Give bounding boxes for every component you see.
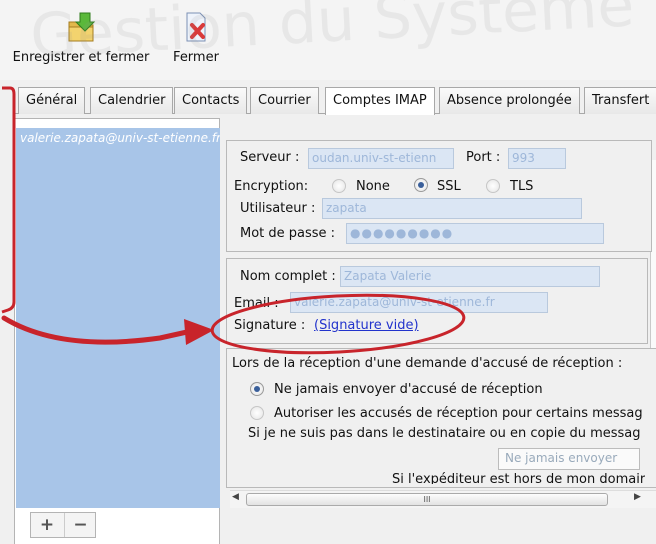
tab-courrier[interactable]: Courrier bbox=[250, 87, 319, 114]
scroll-right-arrow-icon[interactable]: ▶ bbox=[634, 492, 641, 502]
tab-contacts[interactable]: Contacts bbox=[174, 87, 248, 114]
save-folder-icon bbox=[66, 10, 96, 44]
never-send-receipt-radio[interactable] bbox=[250, 382, 264, 396]
tab-transfert[interactable]: Transfert bbox=[584, 87, 656, 114]
close-button[interactable]: Fermer bbox=[168, 10, 224, 65]
outside-domain-label: Si l'expéditeur est hors de mon domair bbox=[392, 472, 646, 484]
scrollbar-thumb[interactable]: III bbox=[246, 493, 608, 506]
toolbar: Enregistrer et fermer Fermer bbox=[0, 0, 656, 80]
encryption-ssl-label: SSL bbox=[437, 179, 461, 194]
allow-receipts-label: Autoriser les accusés de réception pour … bbox=[274, 406, 643, 421]
tab-calendrier[interactable]: Calendrier bbox=[90, 87, 174, 114]
port-label: Port : bbox=[466, 150, 501, 165]
encryption-none-radio[interactable] bbox=[332, 179, 346, 193]
tab-bar: Général Calendrier Contacts Courrier Com… bbox=[14, 87, 656, 115]
fullname-label: Nom complet : bbox=[240, 269, 336, 284]
scroll-left-arrow-icon[interactable]: ◀ bbox=[232, 492, 239, 502]
tab-absence-prolongee[interactable]: Absence prolongée bbox=[439, 87, 580, 114]
not-recipient-combo[interactable]: Ne jamais envoyer bbox=[498, 448, 640, 470]
close-label: Fermer bbox=[173, 50, 219, 65]
server-label: Serveur : bbox=[240, 150, 300, 165]
horizontal-scrollbar[interactable]: ◀ III ▶ bbox=[230, 490, 656, 508]
account-list-item[interactable]: valerie.zapata@univ-st-etienne.fr bbox=[20, 131, 220, 145]
password-field[interactable]: ●●●●●●●●● bbox=[346, 223, 604, 244]
encryption-ssl-radio[interactable] bbox=[414, 178, 428, 192]
account-add-remove-bar: + − bbox=[30, 512, 96, 538]
encryption-none-label: None bbox=[356, 179, 390, 194]
encryption-tls-radio[interactable] bbox=[486, 179, 500, 193]
password-label: Mot de passe : bbox=[240, 226, 336, 241]
allow-receipts-radio[interactable] bbox=[250, 406, 264, 420]
server-field[interactable]: oudan.univ-st-etienn bbox=[308, 148, 454, 169]
fullname-field[interactable]: Zapata Valerie bbox=[340, 266, 600, 287]
encryption-label: Encryption: bbox=[234, 179, 309, 194]
remove-account-button[interactable]: − bbox=[64, 513, 96, 537]
not-recipient-label: Si je ne suis pas dans le destinataire o… bbox=[248, 426, 641, 441]
user-field[interactable]: zapata bbox=[322, 198, 582, 219]
receipts-heading: Lors de la réception d'une demande d'acc… bbox=[232, 356, 623, 371]
add-account-button[interactable]: + bbox=[31, 513, 63, 537]
user-label: Utilisateur : bbox=[240, 201, 316, 216]
close-document-icon bbox=[181, 10, 211, 44]
never-send-receipt-label: Ne jamais envoyer d'accusé de réception bbox=[274, 382, 543, 397]
accounts-list bbox=[16, 128, 220, 508]
tab-comptes-imap[interactable]: Comptes IMAP bbox=[325, 87, 435, 115]
port-field[interactable]: 993 bbox=[508, 148, 566, 169]
tab-general[interactable]: Général bbox=[18, 87, 86, 114]
save-and-close-label: Enregistrer et fermer bbox=[12, 50, 150, 65]
annotation-bracket bbox=[1, 86, 16, 314]
signature-label: Signature : bbox=[234, 318, 306, 333]
signature-link[interactable]: (Signature vide) bbox=[314, 318, 419, 333]
email-field[interactable]: valerie.zapata@univ-st-etienne.fr bbox=[290, 292, 548, 313]
encryption-tls-label: TLS bbox=[510, 179, 534, 194]
email-label: Email : bbox=[234, 296, 279, 311]
save-and-close-button[interactable]: Enregistrer et fermer bbox=[4, 10, 158, 65]
